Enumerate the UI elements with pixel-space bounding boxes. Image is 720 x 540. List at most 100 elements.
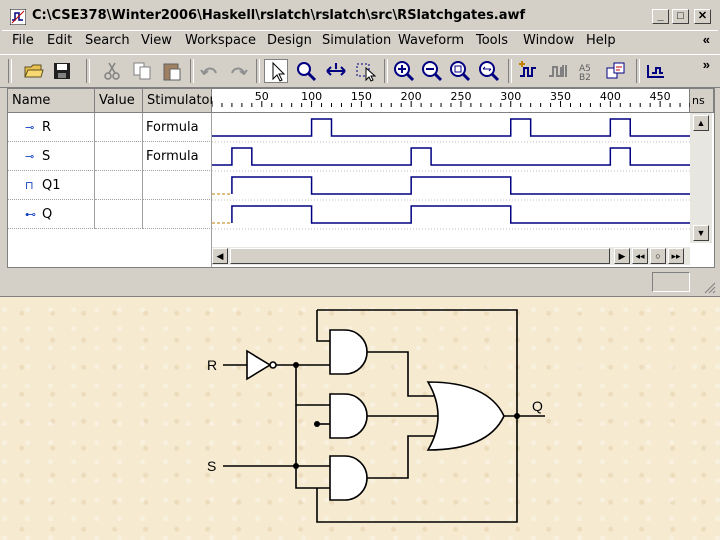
zoom-out-icon[interactable] <box>420 59 444 83</box>
s-label: S <box>207 458 216 474</box>
select-range-icon[interactable] <box>354 59 378 83</box>
menu-file[interactable]: File <box>12 33 34 48</box>
title-bar[interactable]: C:\CSE378\Winter2006\Haskell\rslatch\rsl… <box>2 2 718 31</box>
signal-value-cell <box>95 113 143 142</box>
q-label: Q <box>532 398 543 414</box>
vertical-scrollbar[interactable]: ▲ ▼ <box>690 113 712 243</box>
or-gate <box>426 381 505 451</box>
r-label: R <box>207 357 217 373</box>
waveform-pane: Name Value Stimulator 50 100 150 200 250 300 3… <box>7 88 715 268</box>
compare-icon[interactable] <box>604 59 628 83</box>
ruler-tick-label: 300 <box>500 90 521 103</box>
resize-grip-icon[interactable] <box>702 280 716 294</box>
signal-stimulator-cell[interactable]: Formula <box>143 142 212 171</box>
unit-label: ns <box>690 89 714 113</box>
menu-chevron-icon[interactable]: « <box>703 32 710 47</box>
and-gate-3 <box>329 455 368 501</box>
toolbar-separator <box>636 59 640 83</box>
ruler-tick-label: 200 <box>401 90 422 103</box>
scroll-right-icon[interactable]: ▶ <box>614 248 630 264</box>
select-arrow-icon[interactable] <box>264 59 288 83</box>
time-ruler[interactable]: 50 100 150 200 250 300 350 400 450 <box>211 89 691 113</box>
menu-help[interactable]: Help <box>586 33 616 48</box>
signal-value-cell <box>95 171 143 200</box>
menu-view[interactable]: View <box>141 33 172 48</box>
stop-icon[interactable]: ○ <box>650 248 666 264</box>
signal-name: S <box>42 149 51 164</box>
open-icon[interactable] <box>22 59 46 83</box>
zoom-icon[interactable] <box>294 59 318 83</box>
timing-icon[interactable] <box>644 59 668 83</box>
ruler-tick-label: 100 <box>301 90 322 103</box>
zoom-in-icon[interactable] <box>392 59 416 83</box>
signal-stimulator-cell[interactable] <box>143 171 212 200</box>
menu-edit[interactable]: Edit <box>47 33 72 48</box>
toolbar-chevron-icon[interactable]: » <box>703 57 710 72</box>
empty-signal-area[interactable] <box>8 229 212 267</box>
copy-icon[interactable] <box>130 59 154 83</box>
save-icon[interactable] <box>50 59 74 83</box>
menu-simulation[interactable]: Simulation <box>322 33 391 48</box>
output-port-icon: ⊷ <box>25 208 36 221</box>
signal-value-cell <box>95 142 143 171</box>
toolbar-separator <box>86 59 90 83</box>
toolbar-separator <box>256 59 260 83</box>
scroll-down-icon[interactable]: ▼ <box>693 225 709 241</box>
menu-waveform[interactable]: Waveform <box>398 33 464 48</box>
menu-workspace[interactable]: Workspace <box>185 33 256 48</box>
zoom-range-icon[interactable] <box>477 59 501 83</box>
app-icon <box>10 9 26 25</box>
measure-icon[interactable] <box>324 59 348 83</box>
toolbar-separator <box>384 59 388 83</box>
toolbar: A5 B2 » <box>0 54 720 88</box>
scroll-left-icon[interactable]: ◀ <box>212 248 228 264</box>
horizontal-scrollbar[interactable]: ◀ ▶ ◂◂ ○ ▸▸ <box>212 247 690 265</box>
edit-signal-icon[interactable] <box>546 59 570 83</box>
waveform-q1 <box>231 176 690 195</box>
close-button[interactable]: ✕ <box>694 9 711 24</box>
maximize-button[interactable]: □ <box>672 9 689 24</box>
cut-icon[interactable] <box>100 59 124 83</box>
add-signal-icon[interactable] <box>516 59 540 83</box>
paste-icon[interactable] <box>160 59 184 83</box>
scroll-up-icon[interactable]: ▲ <box>693 115 709 131</box>
header-value[interactable]: Value <box>95 89 143 113</box>
menu-tools[interactable]: Tools <box>476 33 508 48</box>
last-page-icon[interactable]: ▸▸ <box>668 248 684 264</box>
input-port-icon: ⊸ <box>25 121 35 134</box>
status-panel <box>652 272 690 292</box>
and-gate-1 <box>329 329 368 375</box>
scroll-thumb[interactable] <box>230 248 610 264</box>
status-bar <box>0 268 720 296</box>
menu-design[interactable]: Design <box>267 33 312 48</box>
zoom-fit-icon[interactable] <box>448 59 472 83</box>
waveform-editor-window: C:\CSE378\Winter2006\Haskell\rslatch\rsl… <box>0 0 720 297</box>
signal-name: Q <box>42 207 53 222</box>
time-ruler-scale: 50 100 150 200 250 300 350 400 450 <box>211 90 691 107</box>
ruler-tick-label: 150 <box>351 90 372 103</box>
signal-value-cell <box>95 200 143 229</box>
signal-name: R <box>42 120 52 135</box>
header-stimulator[interactable]: Stimulator <box>143 89 215 113</box>
input-port-icon: ⊸ <box>25 150 35 163</box>
signal-name-cell[interactable]: ⊷ Q <box>8 200 95 229</box>
menu-search[interactable]: Search <box>85 33 130 48</box>
redo-icon[interactable] <box>226 59 250 83</box>
signal-stimulator-cell[interactable] <box>143 200 212 229</box>
minimize-button[interactable]: _ <box>652 9 669 24</box>
and-gate-2 <box>329 393 368 439</box>
waveform-plot[interactable] <box>212 113 690 267</box>
header-name[interactable]: Name <box>8 89 95 113</box>
signal-name-cell[interactable]: ⊓ Q1 <box>8 171 95 200</box>
undo-icon[interactable] <box>198 59 222 83</box>
signal-name-cell[interactable]: ⊸ S <box>8 142 95 171</box>
menu-bar: File Edit Search View Workspace Design S… <box>0 30 720 52</box>
bus-icon[interactable]: A5 B2 <box>576 59 600 83</box>
menu-window[interactable]: Window <box>523 33 574 48</box>
first-page-icon[interactable]: ◂◂ <box>632 248 648 264</box>
signal-stimulator-cell[interactable]: Formula <box>143 113 212 142</box>
waveform-s <box>212 147 690 166</box>
ruler-tick-label: 50 <box>255 90 269 103</box>
ruler-tick-label: 450 <box>650 90 671 103</box>
signal-name-cell[interactable]: ⊸ R <box>8 113 95 142</box>
